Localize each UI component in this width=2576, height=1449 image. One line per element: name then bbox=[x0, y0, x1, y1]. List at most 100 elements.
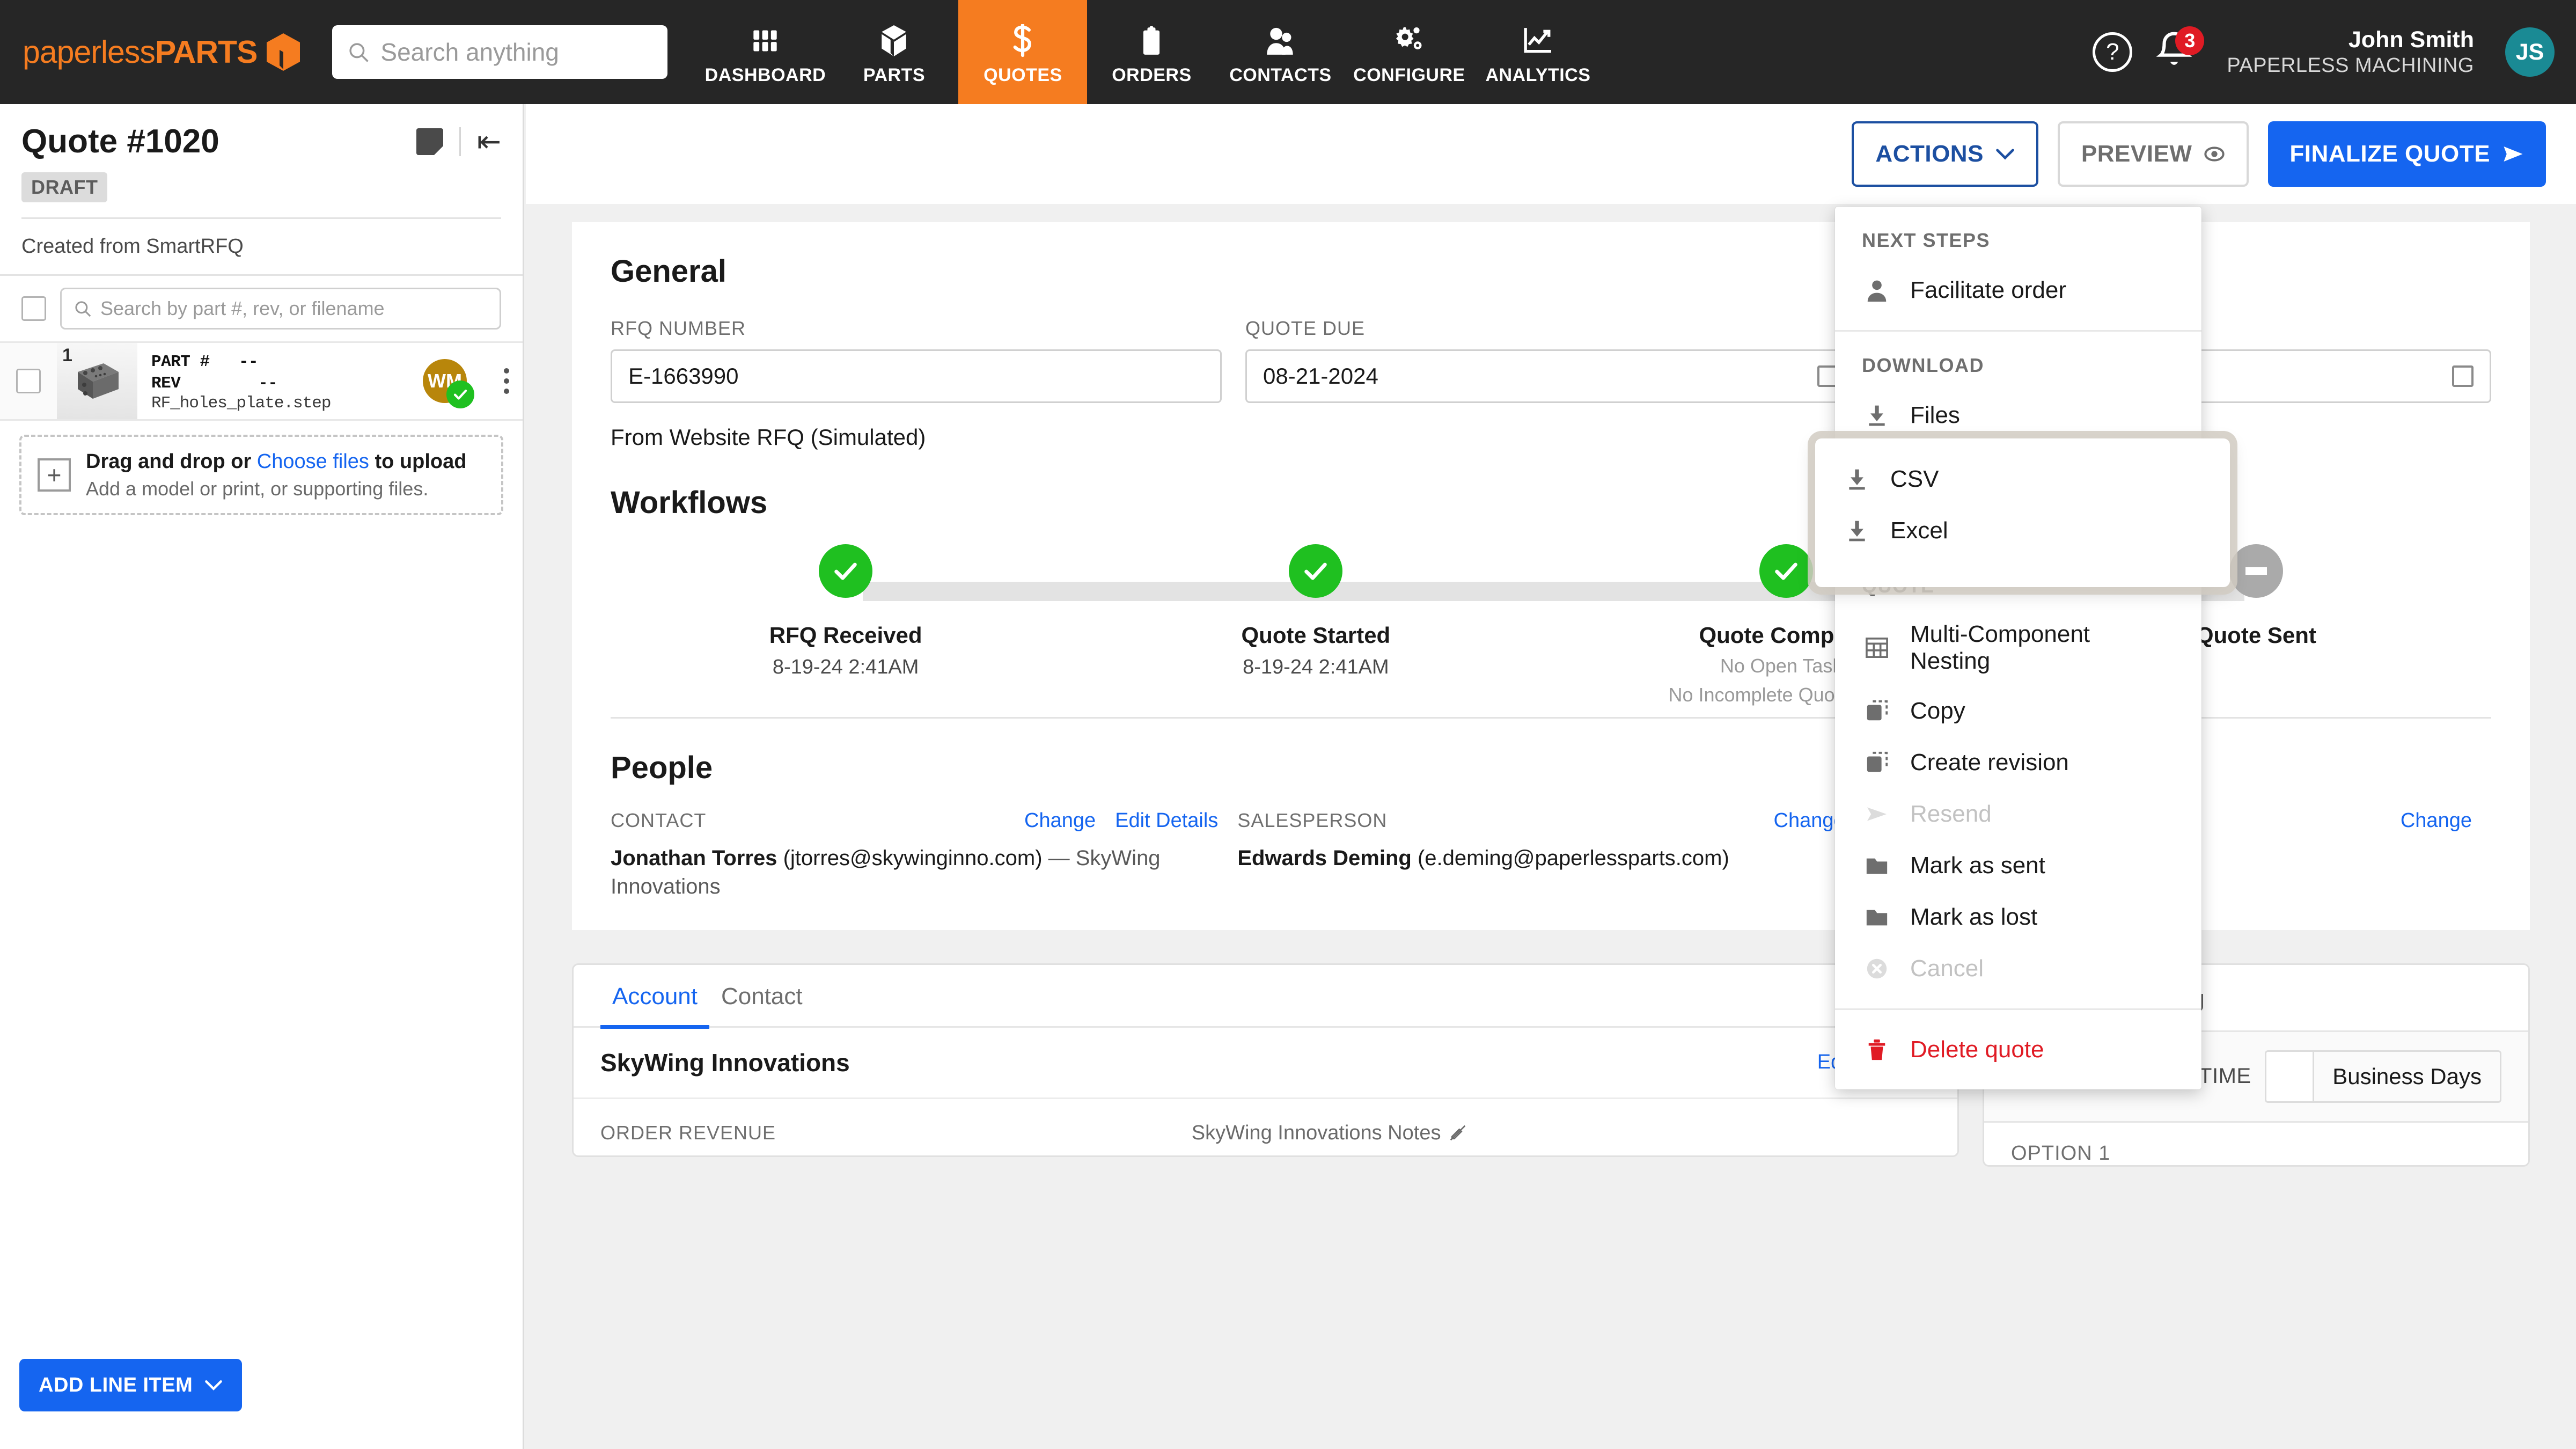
standard-lead-time-control: Business Days bbox=[2265, 1050, 2501, 1103]
salesperson-column: SALESPERSON Change Edwards Deming (e.dem… bbox=[1237, 809, 1864, 901]
finalize-quote-button[interactable]: FINALIZE QUOTE bbox=[2268, 121, 2546, 187]
note-icon[interactable] bbox=[416, 128, 443, 155]
salesperson-change-link[interactable]: Change bbox=[1774, 809, 1845, 832]
part-search-input[interactable]: Search by part #, rev, or filename bbox=[60, 288, 501, 330]
nav-right-cluster: ? 3 John Smith PAPERLESS MACHINING JS bbox=[2093, 0, 2576, 104]
line-item-number: 1 bbox=[62, 345, 72, 365]
estimator-change-link[interactable]: Change bbox=[2401, 809, 2472, 832]
line-item-meta: PART # -- REV -- RF_holes_plate.step bbox=[137, 343, 399, 419]
account-notes-block: SkyWing Innovations Notes bbox=[1192, 1122, 1931, 1145]
notifications-button[interactable]: 3 bbox=[2154, 26, 2205, 75]
submenu-item-csv[interactable]: CSV bbox=[1815, 453, 2230, 505]
line-item-filename: RF_holes_plate.step bbox=[151, 394, 331, 413]
workflow-step-label: Quote Started bbox=[1241, 623, 1391, 648]
menu-item-copy[interactable]: Copy bbox=[1835, 685, 2201, 737]
menu-item-files[interactable]: Files bbox=[1835, 390, 2201, 441]
user-menu[interactable]: John Smith PAPERLESS MACHINING bbox=[2227, 26, 2474, 78]
nav-item-contacts[interactable]: CONTACTS bbox=[1216, 0, 1345, 104]
notification-count-badge: 3 bbox=[2175, 26, 2205, 55]
select-all-checkbox[interactable] bbox=[21, 296, 46, 321]
preview-button[interactable]: PREVIEW bbox=[2057, 121, 2249, 187]
cancel-icon bbox=[1862, 954, 1892, 984]
account-name: SkyWing Innovations bbox=[600, 1048, 850, 1077]
send-icon bbox=[2504, 147, 2523, 162]
nav-item-configure[interactable]: CONFIGURE bbox=[1345, 0, 1473, 104]
workflow-step-date: 8-19-24 2:41AM bbox=[1243, 656, 1389, 678]
line-item-thumbnail[interactable]: 1 bbox=[57, 343, 137, 419]
nav-item-parts[interactable]: PARTS bbox=[830, 0, 958, 104]
line-item-rev-row: REV -- bbox=[151, 373, 399, 394]
tab-contact[interactable]: Contact bbox=[709, 965, 814, 1029]
brand-logo[interactable]: paperlessPARTS bbox=[0, 0, 300, 104]
workflow-step-rfq-received: RFQ Received 8-19-24 2:41AM bbox=[611, 544, 1081, 706]
quote-due-field: QUOTE DUE 08-21-2024 bbox=[1245, 317, 1856, 403]
line-item-rev-label: REV bbox=[151, 374, 181, 393]
nav-item-analytics[interactable]: ANALYTICS bbox=[1473, 0, 1602, 104]
submenu-item-excel[interactable]: Excel bbox=[1815, 505, 2230, 557]
quote-due-value: 08-21-2024 bbox=[1263, 363, 1378, 389]
nav-item-orders[interactable]: ORDERS bbox=[1087, 0, 1216, 104]
actions-button[interactable]: ACTIONS bbox=[1852, 121, 2038, 187]
copy-icon bbox=[1862, 696, 1892, 726]
add-line-item-button[interactable]: ADD LINE ITEM bbox=[19, 1359, 243, 1411]
menu-item-label: Cancel bbox=[1910, 955, 1984, 982]
global-search-input[interactable]: Search anything bbox=[332, 25, 668, 79]
actions-dropdown-menu: NEXT STEPS Facilitate order DOWNLOAD Fil… bbox=[1835, 207, 2201, 1089]
question-circle-icon[interactable]: ? bbox=[2093, 32, 2133, 72]
contact-value: Jonathan Torres (jtorres@skywinginno.com… bbox=[611, 844, 1218, 901]
menu-item-multi-component-nesting[interactable]: Multi-Component Nesting bbox=[1835, 610, 2201, 685]
rfq-number-input[interactable]: E-1663990 bbox=[611, 349, 1222, 403]
preview-button-label: PREVIEW bbox=[2081, 141, 2192, 167]
choose-files-link[interactable]: Choose files bbox=[257, 450, 369, 473]
menu-item-label: Files bbox=[1910, 402, 1960, 428]
contact-edit-details-link[interactable]: Edit Details bbox=[1115, 809, 1218, 832]
contact-change-link[interactable]: Change bbox=[1024, 809, 1096, 832]
account-body: ORDER REVENUE SkyWing Innovations Notes bbox=[574, 1099, 1957, 1155]
clipboard-icon bbox=[1141, 24, 1162, 57]
avatar[interactable]: JS bbox=[2505, 27, 2555, 77]
collapse-left-icon[interactable]: ⇤ bbox=[477, 127, 501, 156]
menu-item-create-revision[interactable]: Create revision bbox=[1835, 737, 2201, 788]
table-icon bbox=[1862, 633, 1892, 663]
nav-label-dashboard: DASHBOARD bbox=[704, 64, 826, 85]
list-item[interactable]: 1 PART # -- REV -- RF_holes_plate.step W… bbox=[0, 341, 523, 421]
contact-email: (jtorres@skywinginno.com) bbox=[783, 846, 1043, 870]
line-item-checkbox[interactable] bbox=[16, 369, 41, 393]
tab-account[interactable]: Account bbox=[600, 965, 709, 1029]
main-content: ACTIONS PREVIEW FINALIZE QUOTE General R… bbox=[526, 104, 2576, 1449]
line-item-more-menu[interactable] bbox=[490, 343, 523, 419]
created-from-label: Created from SmartRFQ bbox=[21, 235, 244, 258]
standard-lead-time-input[interactable] bbox=[2266, 1051, 2313, 1101]
search-icon bbox=[75, 301, 91, 317]
menu-item-facilitate-order[interactable]: Facilitate order bbox=[1835, 265, 2201, 316]
people-icon bbox=[1265, 24, 1295, 57]
menu-item-mark-as-sent[interactable]: Mark as sent bbox=[1835, 840, 2201, 891]
eye-icon bbox=[2204, 147, 2225, 162]
quote-due-input[interactable]: 08-21-2024 bbox=[1245, 349, 1856, 403]
nav-item-quotes[interactable]: QUOTES bbox=[958, 0, 1088, 104]
salesperson-label: SALESPERSON bbox=[1237, 809, 1388, 831]
cube-logo-icon bbox=[267, 33, 300, 71]
nav-label-contacts: CONTACTS bbox=[1229, 64, 1332, 85]
menu-item-label: Facilitate order bbox=[1910, 277, 2067, 303]
nav-label-orders: ORDERS bbox=[1112, 64, 1192, 85]
calendar-icon[interactable] bbox=[2452, 365, 2474, 387]
general-fields: RFQ NUMBER E-1663990 QUOTE DUE 08-21-202… bbox=[611, 317, 2491, 403]
line-item-part-value: -- bbox=[238, 353, 259, 371]
account-tabs: Account Contact bbox=[574, 965, 1957, 1029]
quote-header: Quote #1020 ⇤ DRAFT bbox=[0, 104, 523, 219]
nav-label-quotes: QUOTES bbox=[984, 64, 1062, 85]
quote-card: General RFQ NUMBER E-1663990 QUOTE DUE 0… bbox=[572, 222, 2530, 930]
menu-item-label: Resend bbox=[1910, 801, 1992, 827]
search-icon bbox=[349, 43, 369, 62]
menu-item-delete-quote[interactable]: Delete quote bbox=[1835, 1024, 2201, 1075]
dropzone-secondary-text: Add a model or print, or supporting file… bbox=[86, 477, 429, 500]
person-icon bbox=[1862, 275, 1892, 305]
menu-section-next-steps-title: NEXT STEPS bbox=[1862, 229, 1991, 251]
standard-lead-time-unit: Business Days bbox=[2313, 1051, 2500, 1101]
process-badge[interactable]: WM bbox=[423, 359, 474, 408]
nav-item-dashboard[interactable]: DASHBOARD bbox=[701, 0, 830, 104]
user-name: John Smith bbox=[2348, 27, 2474, 53]
menu-item-mark-as-lost[interactable]: Mark as lost bbox=[1835, 891, 2201, 943]
file-dropzone[interactable]: + Drag and drop or Choose files to uploa… bbox=[19, 435, 503, 515]
